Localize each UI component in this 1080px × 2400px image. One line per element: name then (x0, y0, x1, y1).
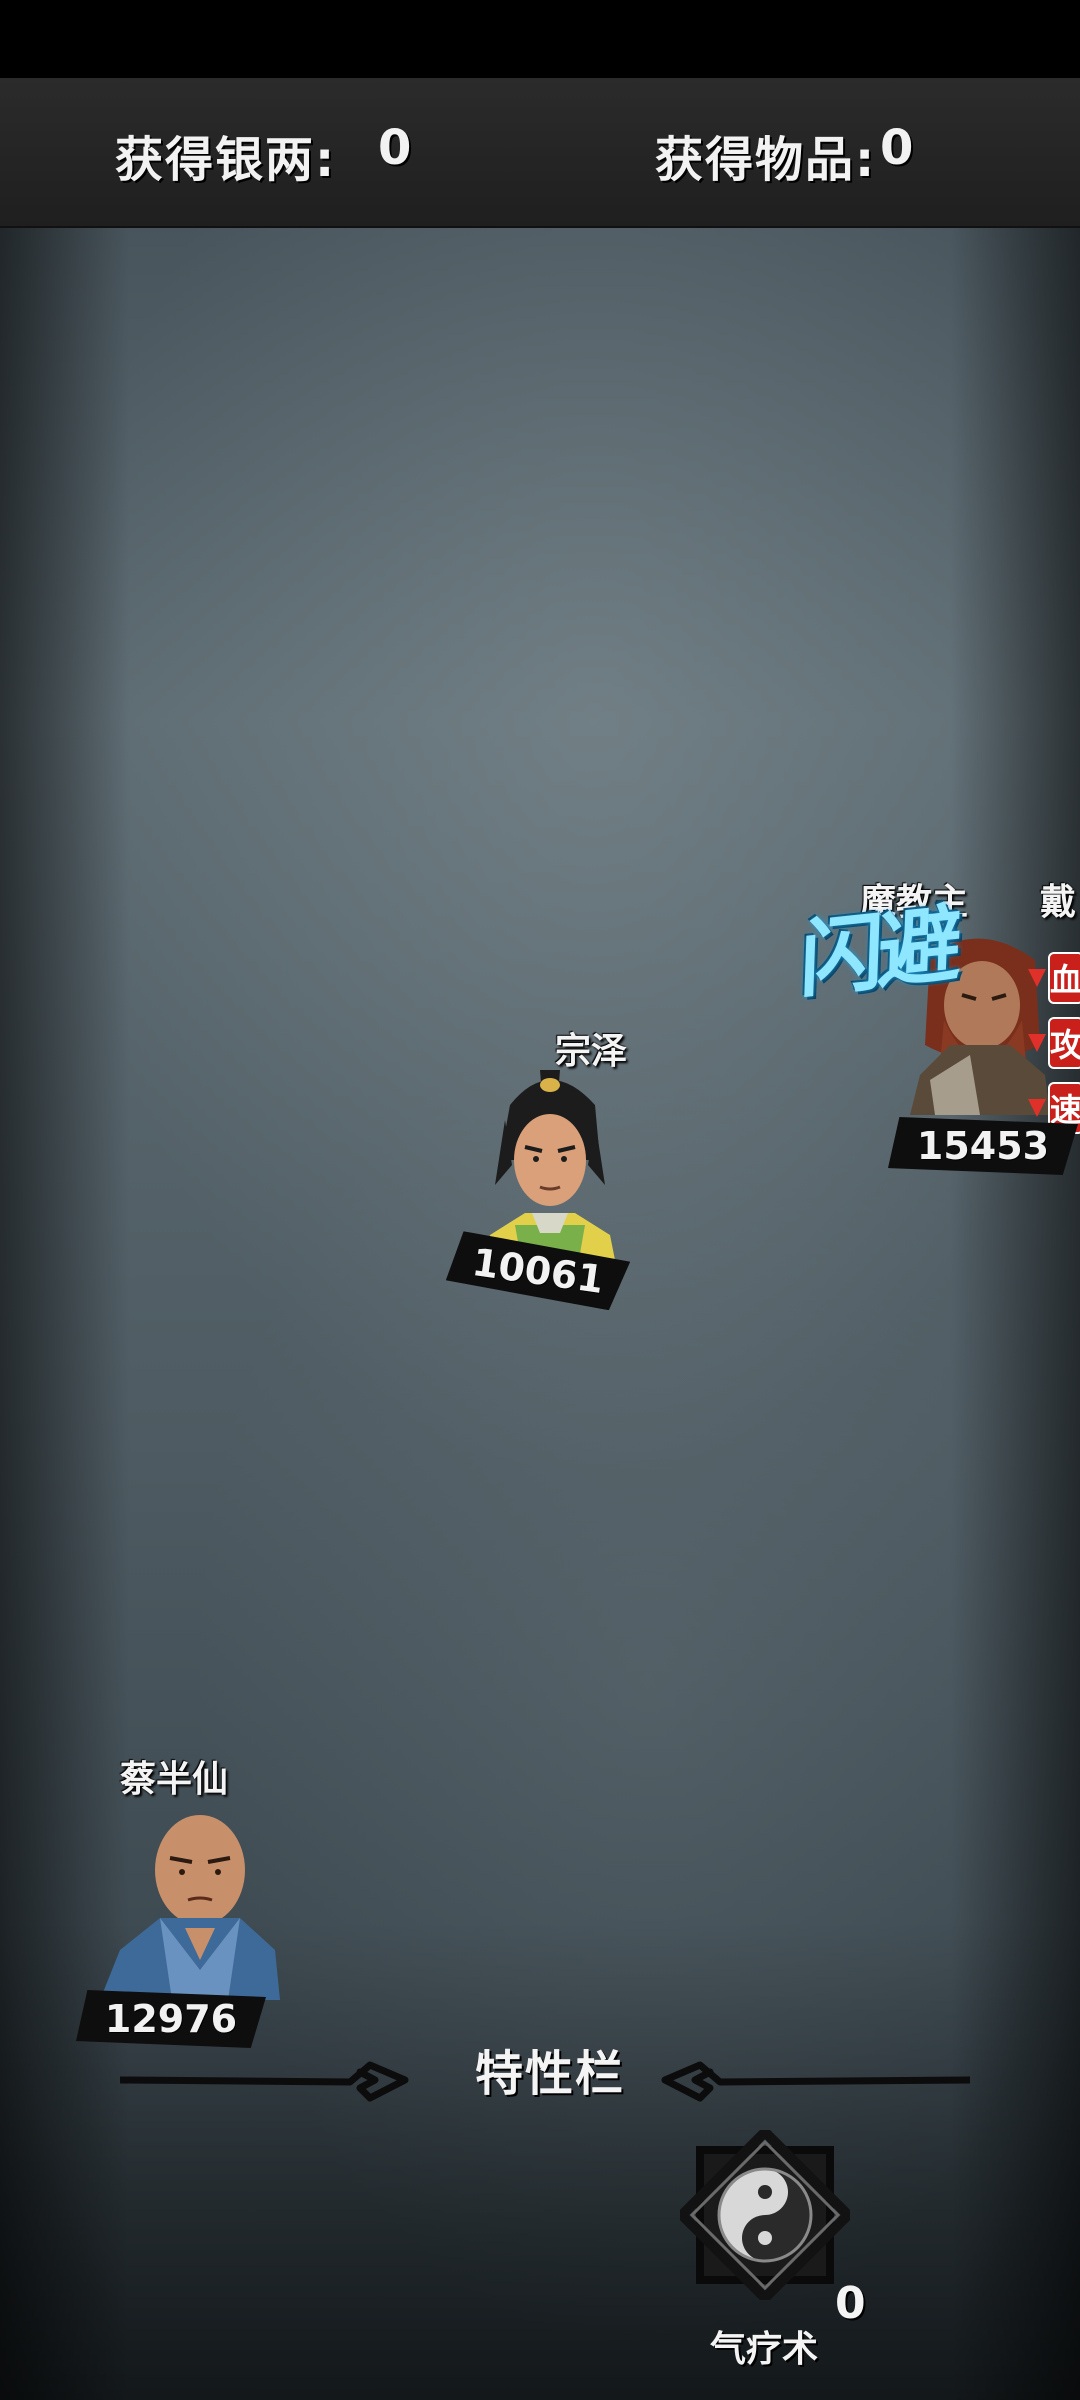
silver-label: 获得银两: (115, 132, 337, 188)
enemy-hp-plate: 15453 (888, 1117, 1078, 1175)
silver-value: 0 (378, 120, 414, 176)
enemy-hp-value: 15453 (916, 1124, 1050, 1168)
ally-unit-caibanxian[interactable]: 蔡半仙 12976 (70, 1740, 280, 2060)
down-arrow-icon (1028, 969, 1046, 987)
debuff-hp: 血 (1028, 950, 1080, 1006)
down-arrow-icon (1028, 1099, 1046, 1117)
battle-screen: 获得银两: 0 获得物品: 0 魔教主 戴 闪避 血 攻 速 15453 宗泽 … (0, 0, 1080, 2400)
enemy-unit[interactable]: 魔教主 戴 闪避 血 攻 速 15453 (798, 865, 1080, 1185)
trait-bar: 特性栏 (120, 2020, 980, 2110)
trait-bar-title: 特性栏 (474, 2046, 625, 2102)
caibanxian-portrait (100, 1800, 280, 2000)
debuff-attack-label: 攻 (1048, 1017, 1080, 1069)
debuff-hp-label: 血 (1048, 952, 1080, 1004)
skill-count: 0 (835, 2278, 866, 2329)
items-label: 获得物品: (655, 132, 877, 188)
down-arrow-icon (1028, 1034, 1046, 1052)
status-bar (0, 0, 1080, 78)
unit-name-caibanxian: 蔡半仙 (120, 1759, 229, 1800)
items-value: 0 (880, 120, 916, 176)
skill-name: 气疗术 (710, 2329, 819, 2370)
reward-header: 获得银两: 0 获得物品: 0 (0, 78, 1080, 228)
trait-bar-right-ornament (661, 2061, 970, 2102)
trait-bar-left-ornament (120, 2061, 409, 2102)
debuff-attack: 攻 (1028, 1015, 1080, 1071)
dodge-status-text: 闪避 (798, 894, 958, 1010)
ally-unit-zongze[interactable]: 宗泽 10061 (440, 1010, 640, 1350)
enemy-name-secondary: 戴 (1040, 882, 1077, 923)
skill-slot[interactable]: 0 气疗术 (680, 2130, 880, 2380)
yin-yang-skill-icon (680, 2130, 850, 2300)
